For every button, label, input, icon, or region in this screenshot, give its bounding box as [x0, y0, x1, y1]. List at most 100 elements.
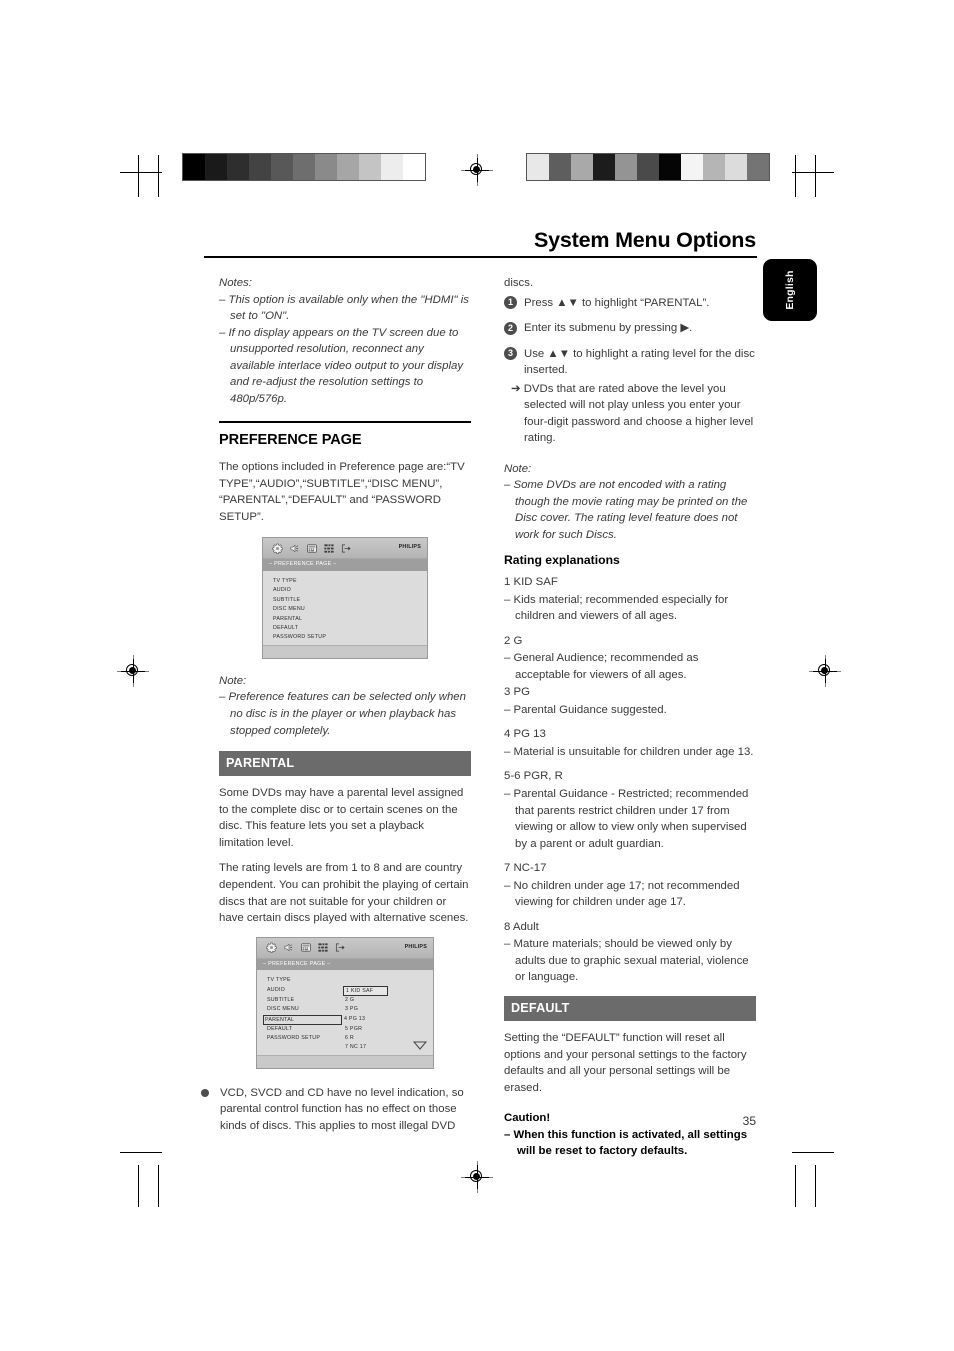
rating-name: 2 G	[504, 634, 523, 647]
osd-menu-item-label: SUBTITLE	[267, 996, 295, 1003]
notes-top-item-2: – If no display appears on the TV screen…	[219, 326, 464, 405]
osd-menu-item-highlighted[interactable]: PARENTAL 4 PG 13	[257, 1014, 433, 1025]
notes-top-label: Notes:	[219, 277, 252, 289]
calibration-swatch	[359, 154, 381, 180]
speaker-icon	[280, 942, 297, 953]
osd-menu-item[interactable]: AUDIO 1 KID SAF	[257, 985, 433, 996]
left-column: Notes: – This option is available only w…	[201, 275, 471, 1134]
osd-menu-item[interactable]: PARENTAL	[263, 615, 427, 624]
parental-paragraph-2: The rating levels are from 1 to 8 and ar…	[219, 862, 469, 925]
rating-desc: – Parental Guidance suggested.	[504, 703, 667, 716]
osd-menu-item[interactable]: AUDIO	[263, 586, 427, 595]
calibration-swatch	[205, 154, 227, 180]
osd-menu-item-label: DEFAULT	[273, 624, 299, 631]
bullet-text: VCD, SVCD and CD have no level indicatio…	[220, 1086, 464, 1132]
osd-parental-screenshot: PHILIPS – PREFERENCE PAGE – TV TYPE AUDI…	[256, 936, 434, 1069]
osd-menu-item-label: PASSWORD SETUP	[267, 1035, 321, 1042]
registration-mark-left	[117, 655, 149, 687]
osd-menu-item-label: SUBTITLE	[273, 596, 301, 603]
rating-desc: – Material is unsuitable for children un…	[504, 745, 754, 758]
crop-mark-top-left-h	[120, 172, 162, 173]
osd-menu-item-label: TV TYPE	[267, 977, 291, 984]
crop-mark-top-right-v2	[795, 155, 796, 197]
osd-menu-list: TV TYPE AUDIO SUBTITLE DISC MENU PARENTA…	[263, 570, 427, 645]
osd-menu-item-label: AUDIO	[273, 587, 292, 594]
step-text: Use ▲▼ to highlight a rating level for t…	[524, 347, 755, 377]
bullet-icon	[201, 1088, 209, 1097]
osd-rating-option[interactable]: 6 R	[343, 1034, 354, 1043]
rating-desc: – Mature materials; should be viewed onl…	[504, 938, 749, 984]
osd-rating-option[interactable]: 3 PG	[343, 1005, 358, 1014]
step-number: 3	[504, 347, 517, 361]
calibration-swatch	[615, 154, 637, 180]
osd-rating-spacer	[343, 976, 347, 985]
osd-icon-bar: PHILIPS	[263, 538, 427, 560]
rating-explanations-heading: Rating explanations	[504, 553, 620, 568]
osd-menu-item-label: PARENTAL	[273, 615, 303, 622]
title-divider	[204, 256, 757, 259]
osd-menu-item[interactable]: SUBTITLE 2 G	[257, 996, 433, 1005]
osd-menu-item-label: AUDIO	[267, 986, 286, 993]
osd-menu-item-label: DEFAULT	[267, 1025, 293, 1032]
osd-rating-selected[interactable]: 1 KID SAF	[343, 985, 389, 996]
calibration-swatch	[637, 154, 659, 180]
rating-desc: – Parental Guidance - Restricted; recomm…	[504, 787, 749, 850]
caret-down-icon[interactable]	[412, 1041, 428, 1054]
crop-mark-bottom-right-h	[792, 1152, 834, 1153]
preference-grid-icon	[320, 543, 337, 554]
caution-text: – When this function is activated, all s…	[504, 1128, 748, 1158]
step-number: 1	[504, 296, 517, 310]
osd-menu-item[interactable]: 7 NC 17	[257, 1043, 433, 1052]
rating-desc: – No children under age 17; not recommen…	[504, 879, 740, 909]
calibration-swatch	[403, 154, 425, 180]
rating-name: 5-6 PGR, R	[504, 770, 563, 783]
preference-intro-text: The options included in Preference page …	[219, 461, 465, 523]
default-section-bar: DEFAULT	[504, 995, 756, 1022]
osd-menu-item-label: DISC MENU	[273, 606, 305, 613]
osd-menu-item[interactable]: DISC MENU	[263, 605, 427, 614]
rating-name: 7 NC-17	[504, 862, 547, 875]
step-1: 1 Press ▲▼ to highlight “PARENTAL”.	[504, 295, 756, 312]
calibration-swatch	[659, 154, 681, 180]
calibration-swatch	[337, 154, 359, 180]
osd-menu-item-label: TV TYPE	[273, 577, 297, 584]
calibration-swatch	[725, 154, 747, 180]
step-text: Press ▲▼ to highlight “PARENTAL”.	[524, 296, 710, 309]
crop-mark-bottom-left-h	[120, 1152, 162, 1153]
osd-menu-item[interactable]: DEFAULT	[263, 624, 427, 633]
osd-rating-option[interactable]: 7 NC 17	[343, 1043, 366, 1052]
osd-menu-item[interactable]: TV TYPE	[263, 577, 427, 586]
step-2: 2 Enter its submenu by pressing ▶.	[504, 320, 756, 337]
step-text: Enter its submenu by pressing ▶.	[524, 322, 693, 335]
registration-mark-right	[809, 655, 841, 687]
display-icon	[303, 543, 320, 554]
osd-menu-item[interactable]: SUBTITLE	[263, 596, 427, 605]
osd-menu-item[interactable]: TV TYPE	[257, 976, 433, 985]
osd-menu-item[interactable]: DEFAULT 5 PGR	[257, 1025, 433, 1034]
calibration-swatch	[381, 154, 403, 180]
osd-menu-item[interactable]: DISC MENU 3 PG	[257, 1005, 433, 1014]
crop-mark-bottom-right-v	[815, 1165, 816, 1207]
registration-mark-top	[461, 154, 493, 186]
osd-menu-item[interactable]: PASSWORD SETUP	[263, 633, 427, 642]
osd-icon-bar: PHILIPS	[257, 937, 433, 959]
calibration-swatch	[183, 154, 205, 180]
osd-rating-option[interactable]: 4 PG 13	[342, 1015, 365, 1025]
calibration-swatch	[703, 154, 725, 180]
crop-mark-top-right-h	[792, 172, 834, 173]
preference-section-divider	[219, 421, 471, 423]
osd-menu-item[interactable]: PASSWORD SETUP 6 R	[257, 1034, 433, 1043]
calibration-swatch	[747, 154, 769, 180]
osd-rating-option[interactable]: 5 PGR	[343, 1025, 362, 1034]
gear-icon	[263, 942, 280, 953]
osd-footer-bar	[257, 1054, 433, 1068]
osd-rating-option[interactable]: 2 G	[343, 996, 354, 1005]
note-right-text: – Some DVDs are not encoded with a ratin…	[504, 479, 748, 541]
preference-page-heading: PREFERENCE PAGE	[219, 431, 362, 448]
right-column: discs. 1 Press ▲▼ to highlight “PARENTAL…	[504, 275, 756, 1160]
parental-section-bar: PARENTAL	[219, 751, 471, 777]
osd-subtitle: – PREFERENCE PAGE –	[263, 559, 427, 571]
osd-footer-bar	[263, 644, 427, 658]
crop-mark-bottom-left-v	[138, 1165, 139, 1207]
page-title: System Menu Options	[534, 228, 756, 252]
